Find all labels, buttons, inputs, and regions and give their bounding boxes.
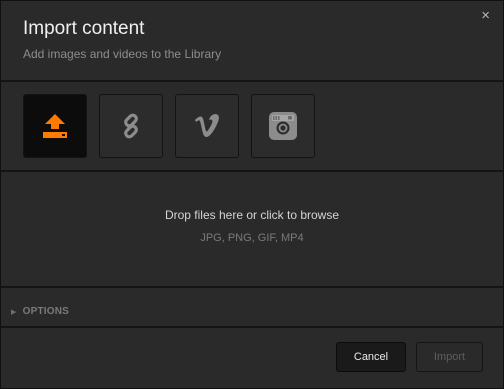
import-dialog: Import content Add images and videos to … bbox=[0, 0, 504, 389]
close-icon[interactable]: × bbox=[481, 8, 490, 23]
header-divider bbox=[1, 80, 503, 82]
dialog-title: Import content bbox=[23, 18, 145, 39]
upload-icon bbox=[43, 114, 67, 138]
options-divider bbox=[1, 326, 503, 328]
upload-source-button[interactable] bbox=[23, 94, 87, 158]
dropzone-formats: JPG, PNG, GIF, MP4 bbox=[200, 232, 304, 244]
vimeo-source-button[interactable] bbox=[175, 94, 239, 158]
dialog-subtitle: Add images and videos to the Library bbox=[23, 47, 222, 61]
link-source-button[interactable] bbox=[99, 94, 163, 158]
link-icon bbox=[124, 113, 138, 139]
instagram-source-button[interactable] bbox=[251, 94, 315, 158]
dropzone-divider bbox=[1, 286, 503, 288]
file-dropzone[interactable]: Drop files here or click to browse JPG, … bbox=[1, 172, 503, 286]
options-toggle[interactable]: ▶ OPTIONS bbox=[11, 306, 69, 317]
import-button[interactable]: Import bbox=[416, 342, 483, 372]
instagram-icon bbox=[269, 112, 297, 140]
dropzone-instructions: Drop files here or click to browse bbox=[164, 208, 340, 222]
cancel-button[interactable]: Cancel bbox=[336, 342, 406, 372]
vimeo-icon bbox=[195, 114, 219, 137]
options-label: OPTIONS bbox=[22, 306, 69, 317]
triangle-right-icon: ▶ bbox=[11, 308, 17, 316]
